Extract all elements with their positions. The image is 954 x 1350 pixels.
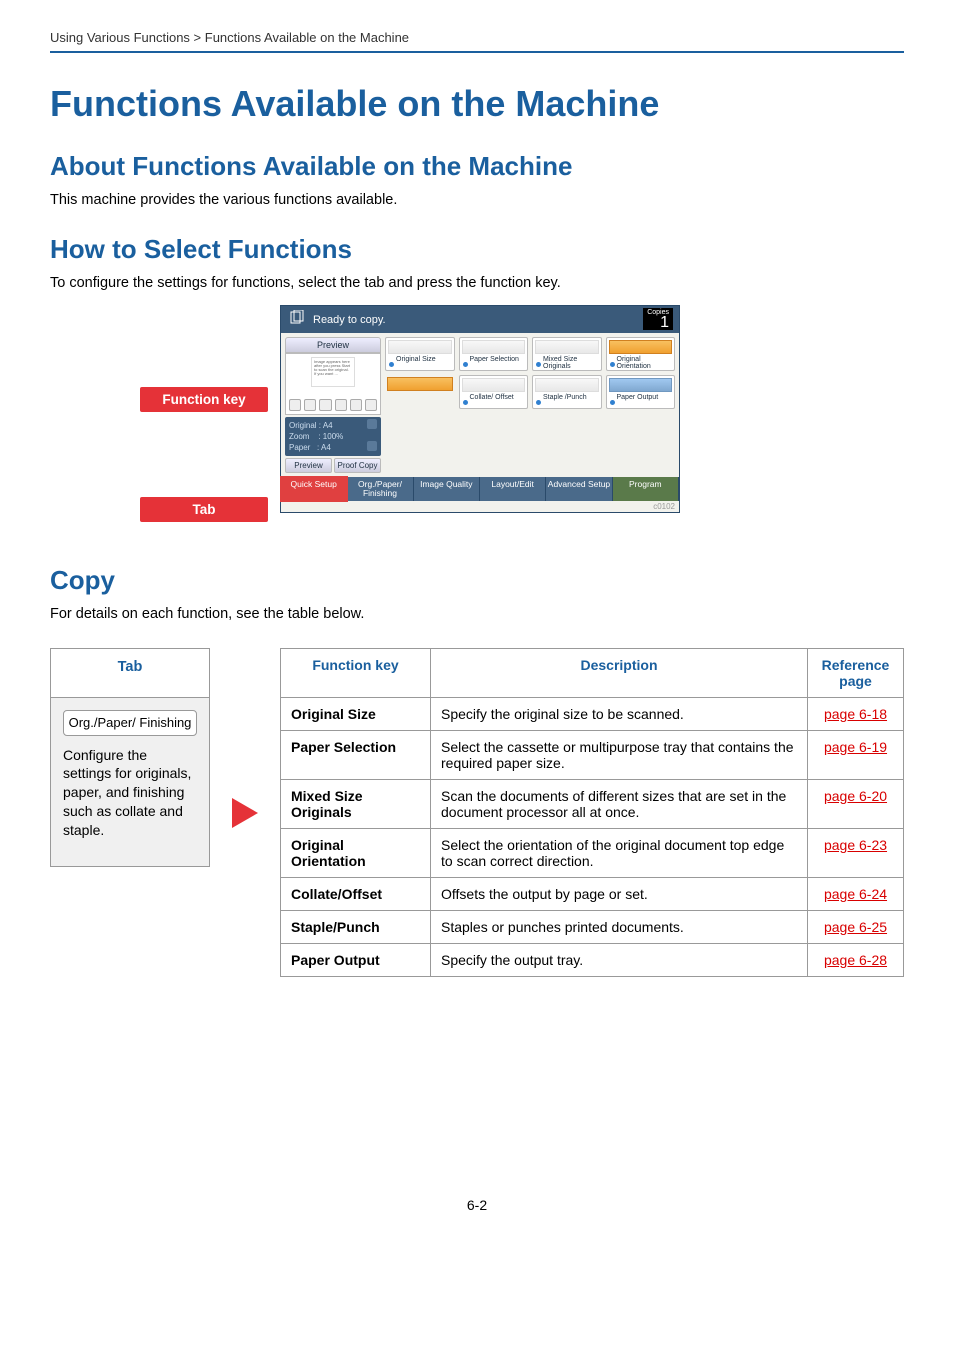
tab-image-quality[interactable]: Image Quality <box>414 477 480 501</box>
tab-quick-setup[interactable]: Quick Setup <box>281 477 347 501</box>
cell-reference: page 6-24 <box>808 878 904 911</box>
how-text: To configure the settings for functions,… <box>50 275 904 291</box>
fkey-empty <box>385 375 455 409</box>
cell-function: Paper Selection <box>281 731 431 780</box>
reference-link[interactable]: page 6-28 <box>824 952 887 968</box>
reference-link[interactable]: page 6-20 <box>824 788 887 804</box>
section-copy-heading: Copy <box>50 565 904 596</box>
cell-function: Mixed Size Originals <box>281 780 431 829</box>
cell-description: Specify the original size to be scanned. <box>431 698 808 731</box>
cell-description: Select the orientation of the original d… <box>431 829 808 878</box>
tab-layout[interactable]: Layout/Edit <box>480 477 546 501</box>
status-text: Ready to copy. <box>313 314 386 326</box>
cell-reference: page 6-28 <box>808 944 904 977</box>
screen-code: c0102 <box>281 501 679 512</box>
fkey-output[interactable]: Paper Output <box>606 375 676 409</box>
tab-chip: Org./Paper/ Finishing <box>63 710 197 736</box>
tab-program[interactable]: Program <box>613 477 679 501</box>
fkey-original-size[interactable]: Original Size <box>385 337 455 371</box>
fkey-collate[interactable]: Collate/ Offset <box>459 375 529 409</box>
reference-link[interactable]: page 6-24 <box>824 886 887 902</box>
table-row: Staple/PunchStaples or punches printed d… <box>281 911 904 944</box>
reference-link[interactable]: page 6-18 <box>824 706 887 722</box>
tab-info-panel: Tab Org./Paper/ Finishing Configure the … <box>50 648 210 867</box>
copy-icon <box>289 310 305 329</box>
cell-description: Scan the documents of different sizes th… <box>431 780 808 829</box>
page-number: 6-2 <box>50 1197 904 1213</box>
section-how-heading: How to Select Functions <box>50 234 904 265</box>
cell-function: Staple/Punch <box>281 911 431 944</box>
triangle-right-icon <box>232 798 258 831</box>
cell-description: Specify the output tray. <box>431 944 808 977</box>
cell-description: Staples or punches printed documents. <box>431 911 808 944</box>
cell-function: Collate/Offset <box>281 878 431 911</box>
fkey-staple[interactable]: Staple /Punch <box>532 375 602 409</box>
section-about-heading: About Functions Available on the Machine <box>50 151 904 182</box>
preview-button[interactable]: Preview <box>285 458 332 473</box>
cell-reference: page 6-23 <box>808 829 904 878</box>
about-text: This machine provides the various functi… <box>50 192 904 208</box>
table-row: Original OrientationSelect the orientati… <box>281 829 904 878</box>
tab-info-head: Tab <box>51 649 209 698</box>
proof-copy-button[interactable]: Proof Copy <box>334 458 381 473</box>
copy-text: For details on each function, see the ta… <box>50 606 904 622</box>
th-function-key: Function key <box>281 649 431 698</box>
preview-tab[interactable]: Preview <box>285 337 381 353</box>
divider <box>50 51 904 53</box>
fkey-paper-selection[interactable]: Paper Selection <box>459 337 529 371</box>
tab-desc: Configure the settings for originals, pa… <box>63 746 197 840</box>
cell-function: Original Size <box>281 698 431 731</box>
info-panel: Original : A4 Zoom : 100% Paper : A4 <box>285 417 381 456</box>
copies-counter: Copies 1 <box>643 308 673 330</box>
callout-function-key: Function key <box>140 387 268 412</box>
table-row: Original SizeSpecify the original size t… <box>281 698 904 731</box>
callout-tab: Tab <box>140 497 268 522</box>
th-reference: Reference page <box>808 649 904 698</box>
cell-function: Paper Output <box>281 944 431 977</box>
reference-link[interactable]: page 6-25 <box>824 919 887 935</box>
cell-reference: page 6-19 <box>808 731 904 780</box>
cell-reference: page 6-20 <box>808 780 904 829</box>
fkey-orientation[interactable]: Original Orientation <box>606 337 676 371</box>
tab-advanced[interactable]: Advanced Setup <box>546 477 612 501</box>
th-description: Description <box>431 649 808 698</box>
tab-org-paper[interactable]: Org./Paper/ Finishing <box>347 477 413 501</box>
cell-reference: page 6-25 <box>808 911 904 944</box>
fkey-mixed-size[interactable]: Mixed Size Originals <box>532 337 602 371</box>
cell-reference: page 6-18 <box>808 698 904 731</box>
table-row: Paper OutputSpecify the output tray. page… <box>281 944 904 977</box>
cell-description: Offsets the output by page or set. <box>431 878 808 911</box>
reference-link[interactable]: page 6-23 <box>824 837 887 853</box>
table-row: Collate/OffsetOffsets the output by page… <box>281 878 904 911</box>
reference-link[interactable]: page 6-19 <box>824 739 887 755</box>
breadcrumb: Using Various Functions > Functions Avai… <box>50 30 904 51</box>
table-row: Paper SelectionSelect the cassette or mu… <box>281 731 904 780</box>
table-row: Mixed Size OriginalsScan the documents o… <box>281 780 904 829</box>
preview-pane: Image appears here after you press Start… <box>285 353 381 415</box>
touchscreen-mock: Ready to copy. Copies 1 Preview Image ap… <box>280 305 680 513</box>
cell-description: Select the cassette or multipurpose tray… <box>431 731 808 780</box>
cell-function: Original Orientation <box>281 829 431 878</box>
function-table: Function key Description Reference page … <box>280 648 904 977</box>
page-title: Functions Available on the Machine <box>50 83 904 125</box>
